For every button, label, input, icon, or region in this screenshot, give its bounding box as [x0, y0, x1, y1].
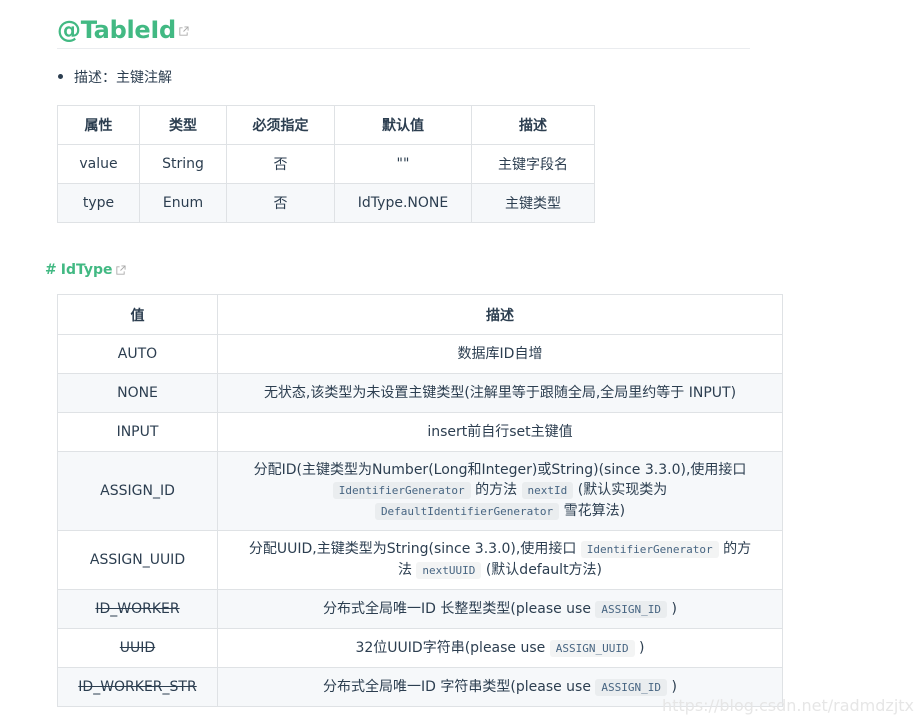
page-title-text: @TableId [57, 16, 176, 44]
description-text: 32位UUID字符串(please use [355, 639, 550, 656]
section-heading-idtype: # IdType [45, 261, 126, 279]
description-text: 雪花算法) [559, 503, 626, 519]
idtype-value-cell: NONE [57, 373, 218, 413]
tableid-attributes-table: 属性 类型 必须指定 默认值 描述 value String 否 "" 主键字段… [57, 105, 595, 223]
table-cell: 否 [226, 183, 335, 223]
table-row: ASSIGN_ID 分配ID(主键类型为Number(Long和Integer)或… [57, 451, 783, 531]
idtype-value-cell: ASSIGN_UUID [57, 530, 218, 590]
table-row: type Enum 否 IdType.NONE 主键类型 [57, 183, 595, 223]
idtype-description-cell: insert前自行set主键值 [217, 412, 783, 452]
table-header-row: 值 描述 [57, 294, 783, 335]
table-header-row: 属性 类型 必须指定 默认值 描述 [57, 105, 595, 145]
description-text: 分配UUID,主键类型为String(since 3.3.0),使用接口 [248, 541, 581, 557]
table-cell: String [139, 144, 227, 184]
description-text: ) [667, 600, 677, 617]
table-header-cell: 默认值 [334, 105, 472, 145]
table-row: NONE 无状态,该类型为未设置主键类型(注解里等于跟随全局,全局里约等于 INP… [57, 373, 783, 413]
description-text: 无状态,该类型为未设置主键类型(注解里等于跟随全局,全局里约等于 INPUT) [263, 385, 737, 401]
title-divider [57, 48, 750, 49]
inline-code: DefaultIdentifierGenerator [374, 503, 560, 520]
description-list-item: 描述：主键注解 [58, 68, 172, 88]
inline-code: ASSIGN_ID [595, 600, 668, 618]
idtype-value-cell: INPUT [57, 412, 218, 452]
watermark: https://blog.csdn.net/radmdzjtx [661, 696, 914, 715]
table-cell: 否 [226, 144, 335, 184]
idtype-value-cell: ID_WORKER [57, 589, 218, 629]
description-text: 的方 [718, 541, 752, 557]
description-text: 描述：主键注解 [74, 70, 172, 86]
idtype-description-cell: 无状态,该类型为未设置主键类型(注解里等于跟随全局,全局里约等于 INPUT) [217, 373, 783, 413]
table-row: ID_WORKER 分布式全局唯一ID 长整型类型(please use ASSI… [57, 589, 783, 629]
inline-code: IdentifierGenerator [332, 482, 471, 499]
table-cell: "" [334, 144, 472, 184]
table-header-cell: 值 [57, 294, 218, 335]
description-text: insert前自行set主键值 [427, 424, 573, 440]
table-row: UUID 32位UUID字符串(please use ASSIGN_UUID ) [57, 628, 783, 668]
table-cell: value [57, 144, 140, 184]
table-header-cell: 描述 [217, 294, 783, 335]
description-text: (默认default方法) [481, 562, 603, 578]
description-text: 数据库ID自增 [457, 346, 543, 362]
idtype-description-cell: 分配ID(主键类型为Number(Long和Integer)或String)(s… [217, 451, 783, 531]
description-text: (默认实现类为 [573, 482, 668, 498]
external-link-icon[interactable] [115, 264, 126, 276]
external-link-icon[interactable] [178, 25, 189, 37]
idtype-description-cell: 数据库ID自增 [217, 334, 783, 374]
description-text: ) [634, 639, 645, 656]
inline-code: IdentifierGenerator [580, 541, 719, 558]
table-header-cell: 属性 [57, 105, 140, 145]
idtype-value-cell: UUID [57, 628, 218, 668]
description-text: 分配ID(主键类型为Number(Long和Integer)或String)(s… [253, 462, 747, 478]
idtype-description-cell: 分配UUID,主键类型为String(since 3.3.0),使用接口 Ide… [217, 530, 783, 590]
description-text: ) [667, 678, 677, 695]
idtype-value-cell: AUTO [57, 334, 218, 374]
table-header-cell: 描述 [471, 105, 595, 145]
table-cell: Enum [139, 183, 227, 223]
doc-page: @TableId 描述：主键注解 属性 类型 必须指定 默认值 描述 value… [0, 0, 924, 721]
table-cell: 主键字段名 [471, 144, 595, 184]
table-cell: type [57, 183, 140, 223]
table-row: AUTO 数据库ID自增 [57, 334, 783, 374]
page-title: @TableId [57, 14, 189, 46]
idtype-value-cell: ID_WORKER_STR [57, 667, 218, 707]
table-row: ASSIGN_UUID 分配UUID,主键类型为String(since 3.3.… [57, 530, 783, 590]
description-text: 分布式全局唯一ID 长整型类型(please use [323, 600, 596, 617]
table-cell: IdType.NONE [334, 183, 472, 223]
idtype-values-table: 值 描述 AUTO 数据库ID自增 NONE 无状态,该类型为未设置主键类型(注解里等… [57, 294, 783, 707]
inline-code: nextId [521, 482, 574, 499]
idtype-description-cell: 32位UUID字符串(please use ASSIGN_UUID ) [217, 628, 783, 668]
table-header-cell: 必须指定 [226, 105, 335, 145]
inline-code: nextUUID [416, 562, 482, 579]
table-row: INPUT insert前自行set主键值 [57, 412, 783, 452]
table-row: value String 否 "" 主键字段名 [57, 144, 595, 184]
section-heading-text: IdType [60, 262, 113, 278]
description-text: 法 [397, 562, 417, 578]
anchor-hash-link[interactable]: # [45, 262, 57, 278]
description-text: 的方法 [470, 482, 522, 498]
table-header-cell: 类型 [139, 105, 227, 145]
inline-code: ASSIGN_ID [595, 678, 668, 696]
inline-code: ASSIGN_UUID [549, 639, 635, 657]
description-text: 分布式全局唯一ID 字符串类型(please use [323, 678, 596, 695]
idtype-value-cell: ASSIGN_ID [57, 451, 218, 531]
table-cell: 主键类型 [471, 183, 595, 223]
bullet-icon [58, 73, 63, 79]
idtype-description-cell: 分布式全局唯一ID 长整型类型(please use ASSIGN_ID ) [217, 589, 783, 629]
